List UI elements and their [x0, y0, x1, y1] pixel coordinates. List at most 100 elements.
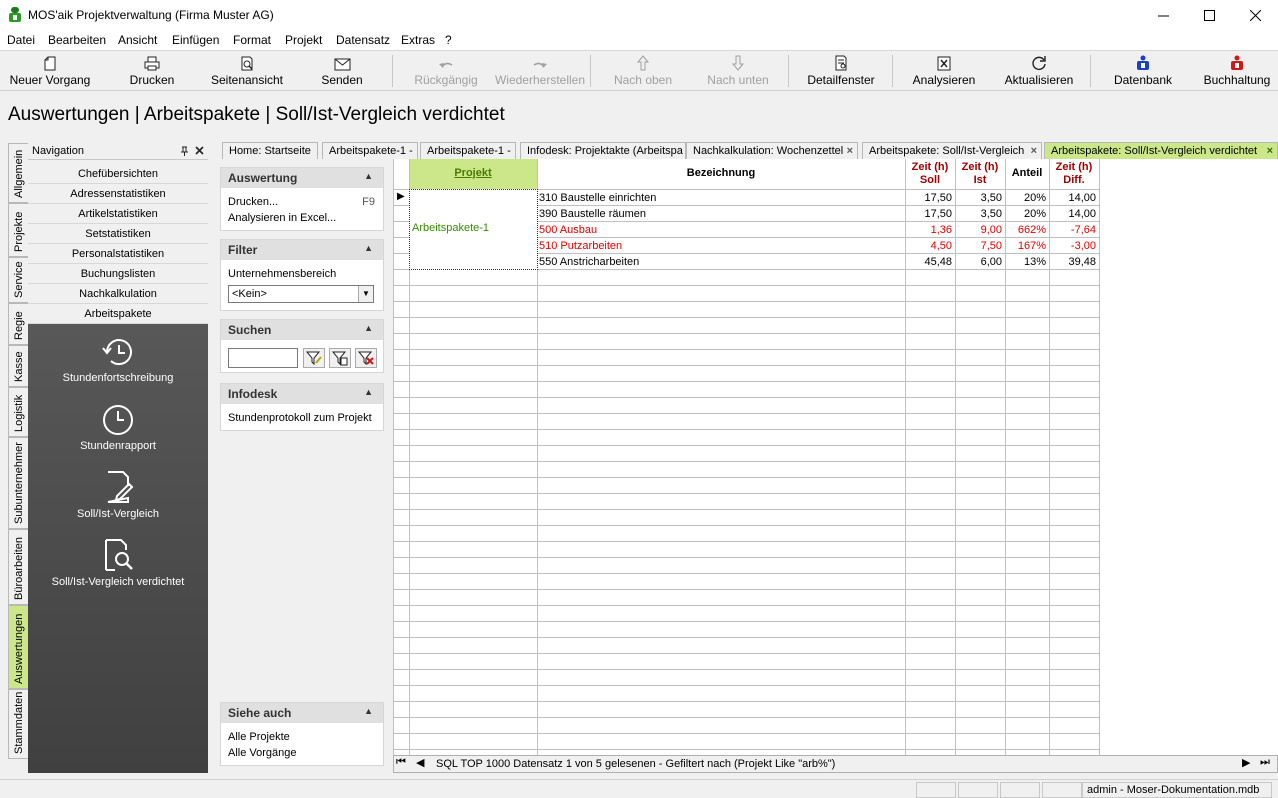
table-row[interactable]: 550 Anstricharbeiten 45,48 6,00 13% 39,48	[393, 254, 1099, 270]
table-row[interactable]: 500 Ausbau 1,36 9,00 662% -7,64	[393, 222, 1099, 238]
nav-item-buchungslisten[interactable]: Buchungslisten	[28, 264, 208, 284]
prev-record-icon[interactable]: ◀	[416, 756, 424, 769]
nav-item-nachkalkulation[interactable]: Nachkalkulation	[28, 284, 208, 304]
menu-format[interactable]: Format	[233, 33, 271, 47]
buchhaltung-button[interactable]: Buchhaltung	[1198, 51, 1276, 91]
status-panel	[1042, 782, 1082, 798]
column-header-anteil[interactable]: Anteil	[1005, 159, 1049, 189]
chevron-down-icon[interactable]: ▼	[358, 286, 373, 302]
menu-datensatz[interactable]: Datensatz	[336, 33, 390, 47]
group-suchen-header[interactable]: Suchen ▲	[221, 320, 383, 340]
tab-arbeitspakete-1b[interactable]: Arbeitspakete-1 -	[420, 142, 516, 159]
cell-bezeichnung: 500 Ausbau	[539, 224, 598, 236]
nav-item-arbeitspakete[interactable]: Arbeitspakete	[28, 304, 208, 324]
menu-extras[interactable]: Extras	[401, 33, 435, 47]
maximize-button[interactable]	[1186, 0, 1232, 30]
nav-item-setstatistiken[interactable]: Setstatistiken	[28, 224, 208, 244]
next-record-icon[interactable]: ▶	[1242, 756, 1250, 769]
table-row[interactable]: 310 Baustelle einrichten 17,50 3,50 20% 14,0…	[393, 190, 1099, 206]
tab-home-startseite[interactable]: Home: Startseite	[222, 142, 318, 159]
nav-item-personalstatistiken[interactable]: Personalstatistiken	[28, 244, 208, 264]
nav-soll-ist-vergleich[interactable]: Soll/Ist-Vergleich	[28, 470, 208, 520]
table-row[interactable]: 510 Putzarbeiten 4,50 7,50 167% -3,00	[393, 238, 1099, 254]
nav-item-artikelstatistiken[interactable]: Artikelstatistiken	[28, 204, 208, 224]
vtab-logistik[interactable]: Logistik	[8, 387, 28, 437]
vtab-kasse[interactable]: Kasse	[8, 345, 28, 387]
datenbank-button[interactable]: Datenbank	[1106, 51, 1180, 91]
menu-help[interactable]: ?	[445, 33, 452, 47]
group-auswertung-header[interactable]: Auswertung ▲	[221, 168, 383, 188]
filter-remove-button[interactable]	[355, 348, 377, 368]
nach-unten-button[interactable]: Nach unten	[698, 51, 778, 91]
drucken-button[interactable]: Drucken	[116, 51, 188, 91]
menu-ansicht[interactable]: Ansicht	[118, 33, 157, 47]
column-header-bezeichnung[interactable]: Bezeichnung	[537, 159, 905, 189]
close-tab-icon[interactable]: ×	[1267, 143, 1273, 159]
collapse-icon[interactable]: ▲	[364, 243, 373, 253]
collapse-icon[interactable]: ▲	[364, 387, 373, 397]
aktualisieren-button[interactable]: Aktualisieren	[998, 51, 1080, 91]
collapse-icon[interactable]: ▲	[364, 323, 373, 333]
alle-vorgaenge-link[interactable]: Alle Vorgänge	[221, 745, 383, 761]
rueckgaengig-button[interactable]: Rückgängig	[408, 51, 484, 91]
nav-stundenrapport[interactable]: Stundenrapport	[28, 404, 208, 452]
wiederherstellen-button[interactable]: Wiederherstellen	[492, 51, 588, 91]
analysieren-button[interactable]: Analysieren	[906, 51, 982, 91]
tab-soll-ist-vergleich-verdichtet[interactable]: Arbeitspakete: Soll/Ist-Vergleich verdic…	[1044, 142, 1278, 159]
vtab-subunternehmer[interactable]: Subunternehmer	[8, 437, 28, 529]
analysieren-excel-link[interactable]: Analysieren in Excel...	[221, 210, 383, 226]
first-record-icon[interactable]: ⏮	[396, 756, 406, 769]
toolbar: Neuer Vorgang Drucken Seitenansicht Send…	[0, 50, 1278, 91]
last-record-icon[interactable]: ⏭	[1260, 756, 1270, 769]
group-siehe-auch-header[interactable]: Siehe auch ▲	[221, 703, 383, 723]
unternehmensbereich-select[interactable]: <Kein> ▼	[228, 285, 374, 303]
nav-item-chefuebersichten[interactable]: Chefübersichten	[28, 164, 208, 184]
filter-selection-button[interactable]	[329, 348, 351, 368]
cell-bezeichnung: 550 Anstricharbeiten	[539, 256, 640, 268]
vtab-service[interactable]: Service	[8, 257, 28, 303]
collapse-icon[interactable]: ▲	[364, 706, 373, 716]
drucken-link[interactable]: Drucken... F9	[221, 194, 383, 210]
tab-nachkalkulation-wochenzettel[interactable]: Nachkalkulation: Wochenzettel ×	[686, 142, 858, 159]
close-icon[interactable]	[195, 146, 204, 155]
alle-projekte-link[interactable]: Alle Projekte	[221, 729, 383, 745]
menu-datei[interactable]: Datei	[7, 33, 35, 47]
pin-icon[interactable]	[180, 146, 189, 156]
tab-infodesk-projektakte[interactable]: Infodesk: Projektakte (Arbeitspa	[520, 142, 686, 159]
minimize-button[interactable]	[1140, 0, 1186, 30]
vtab-auswertungen[interactable]: Auswertungen	[8, 605, 28, 689]
vtab-regie[interactable]: Regie	[8, 303, 28, 345]
group-filter-header[interactable]: Filter ▲	[221, 240, 383, 260]
close-tab-icon[interactable]: ×	[1031, 143, 1037, 159]
close-tab-icon[interactable]: ×	[847, 143, 853, 159]
vtab-stammdaten[interactable]: Stammdaten	[8, 689, 28, 759]
nach-oben-button[interactable]: Nach oben	[606, 51, 680, 91]
vtab-allgemein[interactable]: Allgemein	[8, 143, 28, 203]
menu-bearbeiten[interactable]: Bearbeiten	[48, 33, 106, 47]
column-header-projekt[interactable]: Projekt	[409, 159, 537, 189]
vtab-bueroarbeiten[interactable]: Büroarbeiten	[8, 529, 28, 605]
vtab-projekte[interactable]: Projekte	[8, 203, 28, 257]
neuer-vorgang-button[interactable]: Neuer Vorgang	[6, 51, 94, 91]
search-input[interactable]	[228, 348, 298, 368]
maximize-icon	[1203, 9, 1215, 21]
tab-soll-ist-vergleich[interactable]: Arbeitspakete: Soll/Ist-Vergleich ×	[862, 142, 1042, 159]
table-row[interactable]: 390 Baustelle räumen 17,50 3,50 20% 14,00	[393, 206, 1099, 222]
filter-apply-button[interactable]	[303, 348, 325, 368]
column-header-diff[interactable]: Zeit (h) Diff.	[1049, 159, 1099, 189]
seitenansicht-button[interactable]: Seitenansicht	[206, 51, 288, 91]
menu-projekt[interactable]: Projekt	[285, 33, 322, 47]
menu-einfuegen[interactable]: Einfügen	[172, 33, 219, 47]
detailfenster-button[interactable]: Detailfenster	[800, 51, 882, 91]
nav-soll-ist-vergleich-verdichtet[interactable]: Soll/Ist-Vergleich verdichtet	[28, 538, 208, 588]
column-header-ist[interactable]: Zeit (h) Ist	[955, 159, 1005, 189]
senden-button[interactable]: Senden	[308, 51, 376, 91]
group-infodesk-header[interactable]: Infodesk ▲	[221, 384, 383, 404]
nav-item-adressenstatistiken[interactable]: Adressenstatistiken	[28, 184, 208, 204]
nav-stundenfortschreibung[interactable]: Stundenfortschreibung	[28, 336, 208, 384]
column-header-soll[interactable]: Zeit (h) Soll	[905, 159, 955, 189]
tab-arbeitspakete-1[interactable]: Arbeitspakete-1 -	[322, 142, 418, 159]
close-button[interactable]	[1232, 0, 1278, 30]
stundenprotokoll-link[interactable]: Stundenprotokoll zum Projekt	[221, 410, 383, 426]
collapse-icon[interactable]: ▲	[364, 171, 373, 181]
